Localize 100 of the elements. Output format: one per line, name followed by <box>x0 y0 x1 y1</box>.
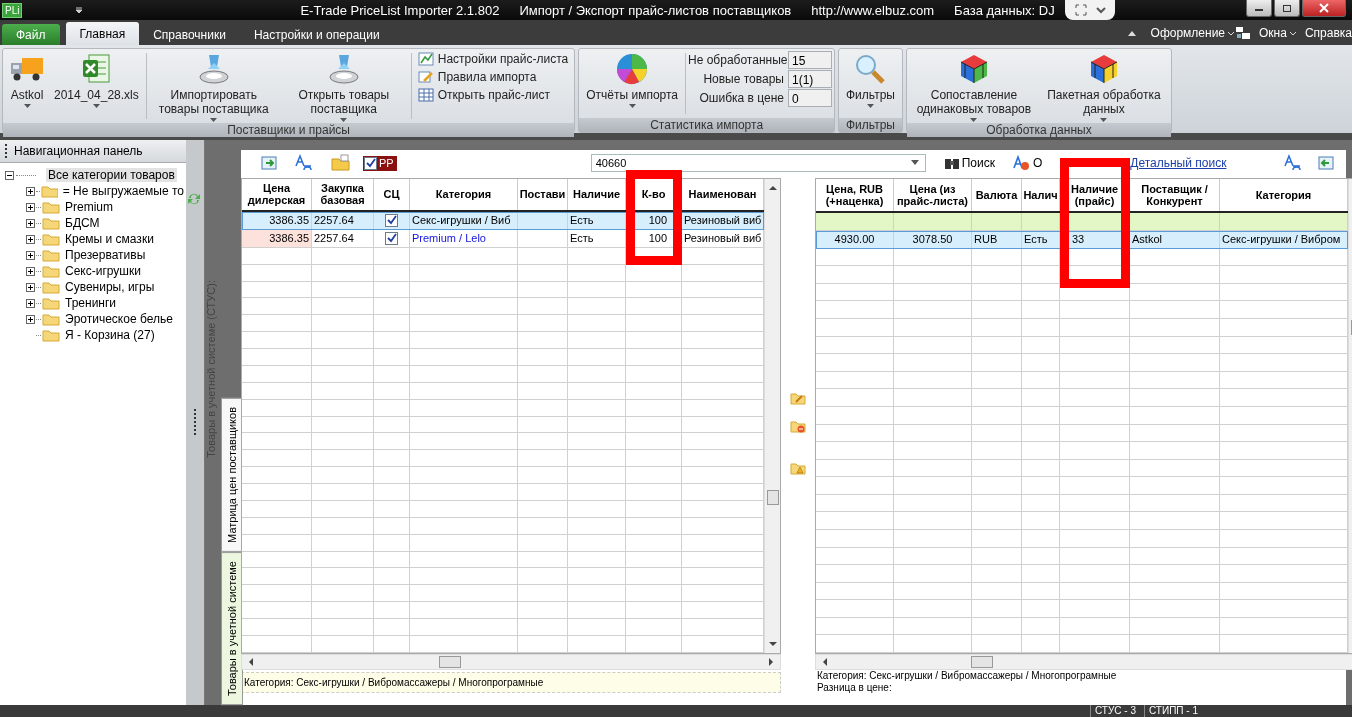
expand-box-icon[interactable] <box>26 250 35 260</box>
menu-tab[interactable]: Главная <box>65 22 140 45</box>
horizontal-scrollbar[interactable] <box>815 654 1352 670</box>
column-header[interactable]: Постави <box>518 179 568 210</box>
column-header[interactable]: Наличие <box>568 179 626 210</box>
menu-item[interactable]: Справка <box>1304 25 1352 40</box>
binoculars-icon <box>943 156 960 170</box>
close-icon <box>1319 3 1329 13</box>
font-icon[interactable] <box>1284 154 1302 172</box>
horizontal-scrollbar[interactable] <box>241 654 781 670</box>
column-header[interactable]: Цена дилерская <box>242 179 312 210</box>
table-cell: Premium / Lelo <box>410 229 518 247</box>
column-header[interactable]: Налич <box>1022 179 1060 212</box>
ribbon-button[interactable]: Правила импорта <box>417 70 569 84</box>
scroll-left-icon[interactable] <box>248 658 253 666</box>
column-header[interactable]: СЦ <box>374 179 410 210</box>
column-header[interactable]: Закупка базовая <box>312 179 374 210</box>
tree-item[interactable]: Презервативы <box>63 248 148 262</box>
folder-remove-icon[interactable] <box>790 419 806 433</box>
ribbon-button[interactable]: Импортировать товары поставщика <box>148 49 279 123</box>
ribbon-button[interactable]: 2014_04_28.xls <box>49 49 144 123</box>
scroll-down-icon[interactable] <box>768 642 777 647</box>
side-tab[interactable]: Товары в учетной системе <box>221 551 243 705</box>
folder-warning-icon[interactable] <box>790 461 806 475</box>
checkbox[interactable] <box>385 231 398 245</box>
menu-tab[interactable]: Справочники <box>139 24 240 45</box>
folder-edit-icon[interactable] <box>790 391 806 405</box>
tree-item[interactable]: Все категории товаров <box>46 168 177 182</box>
font-icon[interactable] <box>295 154 313 172</box>
fullscreen-icon[interactable] <box>1074 4 1087 16</box>
ribbon-button[interactable]: Фильтры <box>841 49 900 118</box>
table-cell: 3386.35 <box>242 211 312 229</box>
search-field[interactable]: 40660 <box>590 154 926 172</box>
detail-search-link[interactable]: Детальный поиск <box>1130 156 1227 170</box>
table-row[interactable]: 3386.35 2257.64 Premium / Lelo Есть 100 Резиновый виб <box>242 229 764 248</box>
caret-icon[interactable] <box>74 5 85 15</box>
checkbox[interactable] <box>385 213 398 227</box>
column-header[interactable]: Категория <box>410 179 518 210</box>
clear-button[interactable]: О <box>1012 155 1043 171</box>
tree-item[interactable]: Кремы и смазки <box>63 232 156 246</box>
ribbon-button[interactable]: Сопоставление одинаковых товаров <box>908 49 1039 123</box>
import-icon[interactable] <box>1318 155 1334 171</box>
minimize-button[interactable] <box>1246 0 1272 17</box>
restore-icon <box>1282 3 1292 13</box>
menu-tab[interactable]: Настройки и операции <box>239 24 394 45</box>
ribbon-button[interactable]: Открыть прайс-лист <box>417 88 569 102</box>
column-header[interactable]: Поставщик / Конкурент <box>1130 179 1220 212</box>
splitter-handle[interactable] <box>186 140 205 705</box>
expand-box-icon[interactable] <box>26 186 35 196</box>
grip-icon[interactable] <box>4 143 8 159</box>
expand-box-icon[interactable] <box>26 202 35 212</box>
tree-item[interactable]: Premium <box>63 200 115 214</box>
collapse-box-icon[interactable] <box>5 170 14 180</box>
tree-item[interactable]: = Не выгружаемые то <box>60 184 186 198</box>
tree-item[interactable]: Эротическое белье <box>63 312 175 326</box>
column-header[interactable]: Наличие (прайс) <box>1060 179 1130 212</box>
checkmark-icon <box>386 215 397 226</box>
table-cell: 100 <box>626 211 682 229</box>
tree-item[interactable]: БДСМ <box>63 216 102 230</box>
column-header[interactable]: Цена (из прайс-листа) <box>894 179 972 212</box>
search-button[interactable]: Поиск <box>943 156 995 170</box>
expand-box-icon[interactable] <box>26 314 35 324</box>
export-icon[interactable] <box>261 155 277 171</box>
scroll-thumb[interactable] <box>971 656 993 668</box>
chevron-down-icon[interactable] <box>1094 4 1107 16</box>
scroll-thumb[interactable] <box>766 490 779 505</box>
vertical-scrollbar[interactable] <box>764 179 780 653</box>
side-tab[interactable]: Матрица цен поставщиков <box>221 398 243 552</box>
filter-row[interactable] <box>816 213 1348 231</box>
ribbon-button[interactable]: Пакетная обработка данных <box>1038 49 1169 123</box>
group-label: Обработка данных <box>906 123 1171 137</box>
menu-item[interactable]: Окна <box>1259 25 1287 40</box>
expand-box-icon[interactable] <box>26 234 35 244</box>
ribbon-button[interactable]: Отчёты импорта <box>581 49 683 118</box>
menu-item[interactable]: Оформление <box>1150 25 1226 40</box>
expand-box-icon[interactable] <box>26 266 35 276</box>
close-button[interactable] <box>1302 0 1346 17</box>
column-header[interactable]: Валюта <box>972 179 1022 212</box>
pp-checkbox[interactable]: PP <box>363 155 397 171</box>
column-header[interactable]: К-во <box>626 179 682 210</box>
scroll-up-icon[interactable] <box>768 185 777 190</box>
dropdown-arrow-icon <box>910 160 919 166</box>
tree-item[interactable]: Я - Корзина (27) <box>63 328 157 342</box>
folder-icon <box>42 216 60 230</box>
scroll-left-icon[interactable] <box>822 658 827 666</box>
tree-item[interactable]: Секс-игрушки <box>63 264 143 278</box>
tree-item[interactable]: Тренинги <box>63 296 119 310</box>
column-header[interactable]: Цена, RUB (+наценка) <box>816 179 894 212</box>
tree-item[interactable]: Сувениры, игры <box>63 280 157 294</box>
ribbon-button[interactable]: Настройки прайс-листа <box>417 52 569 66</box>
website-url: http://www.elbuz.com <box>811 2 935 18</box>
scroll-right-icon[interactable] <box>769 658 774 666</box>
maximize-button[interactable] <box>1274 0 1300 17</box>
expand-box-icon[interactable] <box>26 218 35 228</box>
scroll-thumb[interactable] <box>439 656 461 668</box>
menu-tab[interactable]: Файл <box>2 24 60 45</box>
ribbon-button[interactable]: Astkol <box>5 49 49 123</box>
ribbon-button[interactable]: Открыть товары поставщика <box>278 49 409 123</box>
expand-box-icon[interactable] <box>26 298 35 308</box>
expand-box-icon[interactable] <box>26 282 35 292</box>
